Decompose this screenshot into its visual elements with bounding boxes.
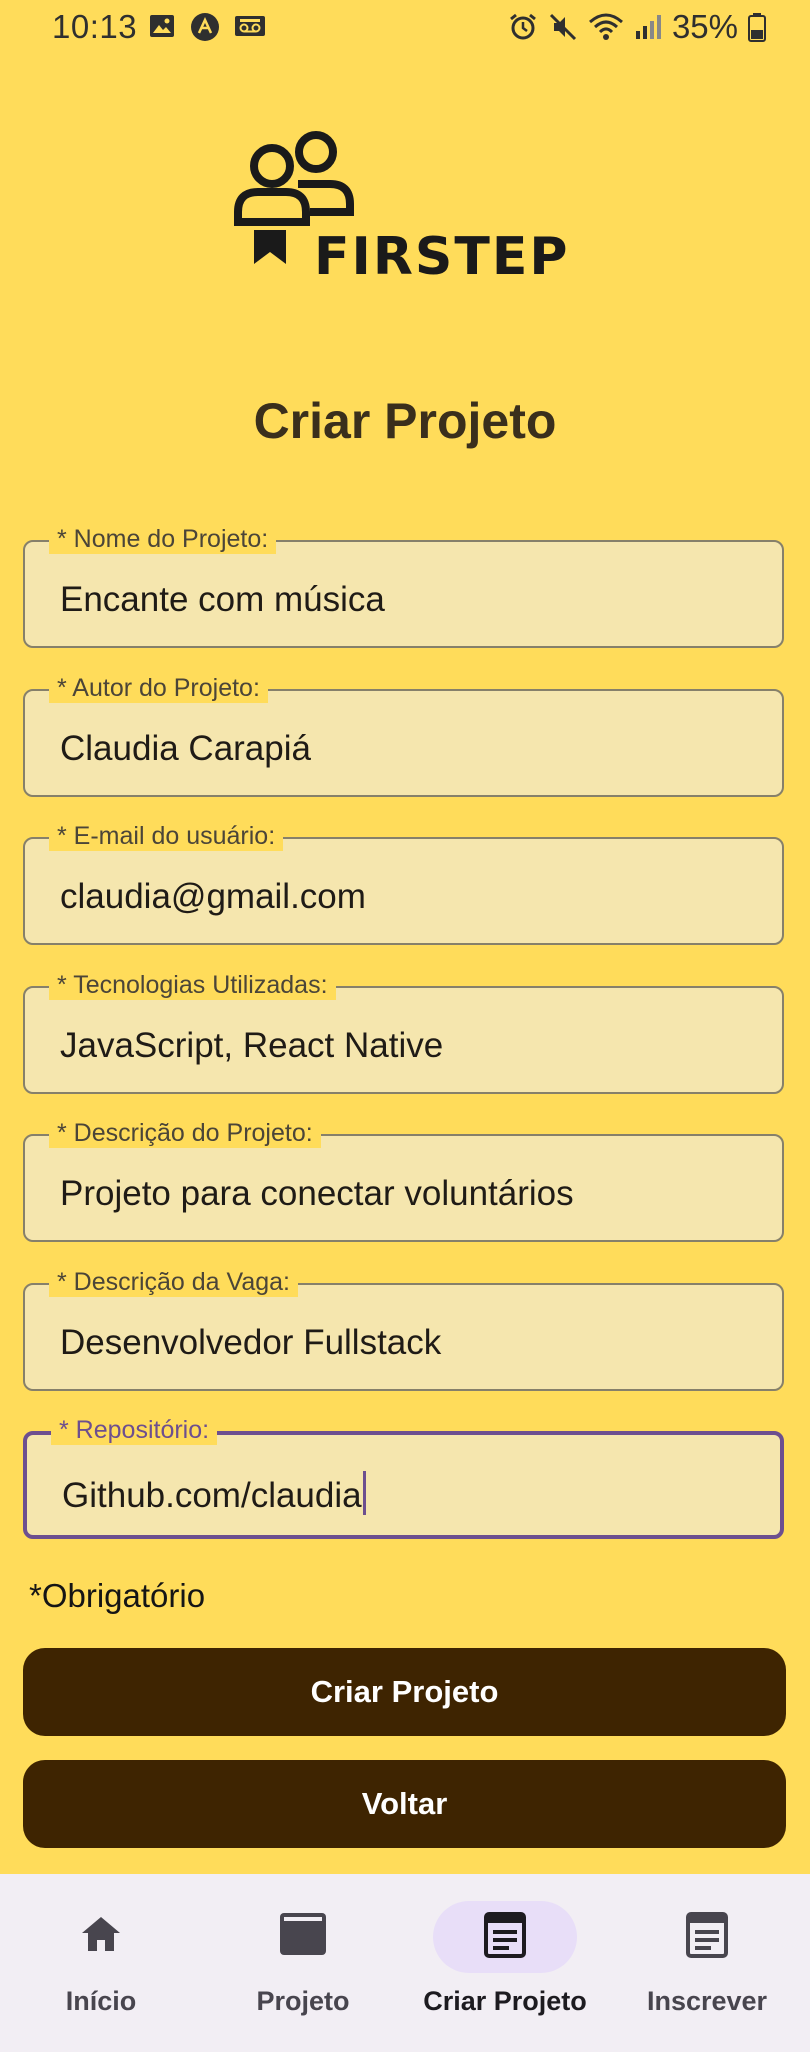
user-email-field[interactable]: * E-mail do usuário: claudia@gmail.com — [23, 821, 784, 945]
field-label: * Repositório: — [51, 1415, 218, 1445]
project-author-field[interactable]: * Autor do Projeto: Claudia Carapiá — [23, 673, 784, 797]
page-title: Criar Projeto — [253, 393, 557, 449]
status-time: 10:13 — [52, 8, 138, 45]
status-right: 35% — [508, 8, 766, 46]
field-value: Github.com/claudia — [62, 1471, 366, 1516]
document-icon — [686, 1912, 728, 1958]
document-icon — [484, 1912, 526, 1958]
nav-label: Criar Projeto — [423, 1986, 587, 2016]
mute-icon — [549, 13, 576, 41]
field-label: * E-mail do usuário: — [49, 821, 284, 851]
field-value: Projeto para conectar voluntários — [60, 1174, 574, 1213]
field-label: * Tecnologias Utilizadas: — [49, 970, 336, 1000]
field-value: Desenvolvedor Fullstack — [60, 1323, 442, 1362]
field-value: Claudia Carapiá — [60, 729, 311, 768]
technologies-field[interactable]: * Tecnologias Utilizadas: JavaScript, Re… — [23, 970, 784, 1094]
nav-item-inicio[interactable]: Início — [0, 1874, 202, 2052]
voicemail-icon — [235, 16, 265, 36]
field-label: * Descrição da Vaga: — [49, 1267, 298, 1297]
job-description-field[interactable]: * Descrição da Vaga: Desenvolvedor Fulls… — [23, 1267, 784, 1391]
field-label: * Autor do Projeto: — [49, 673, 268, 703]
window-icon — [280, 1913, 326, 1955]
people-icon — [234, 131, 354, 226]
back-button[interactable]: Voltar — [23, 1760, 786, 1848]
bottom-navigation: Início Projeto Criar Projeto Inscrever — [0, 1874, 810, 2052]
image-icon — [150, 15, 174, 37]
nav-label: Inscrever — [646, 1986, 768, 2016]
nav-item-inscrever[interactable]: Inscrever — [606, 1874, 808, 2052]
create-project-button[interactable]: Criar Projeto — [23, 1648, 786, 1736]
repository-field[interactable]: * Repositório: Github.com/claudia — [23, 1415, 784, 1539]
project-name-field[interactable]: * Nome do Projeto: Encante com música — [23, 524, 784, 648]
app-icon — [191, 13, 219, 41]
alarm-icon — [510, 13, 536, 40]
field-label: * Nome do Projeto: — [49, 524, 277, 554]
field-value: JavaScript, React Native — [60, 1026, 444, 1065]
field-value: Encante com música — [60, 580, 385, 619]
battery-percentage: 35% — [671, 8, 738, 45]
nav-label: Projeto — [256, 1986, 350, 2016]
battery-icon — [748, 13, 766, 42]
status-left-icons — [148, 12, 266, 42]
signal-icon — [635, 15, 661, 39]
logo-text: FIRSTEP — [314, 227, 569, 286]
field-value-text: Github.com/claudia — [62, 1476, 362, 1515]
nav-item-criar-projeto[interactable]: Criar Projeto — [404, 1874, 606, 2052]
wifi-icon — [588, 13, 623, 40]
bookmark-icon — [254, 230, 286, 264]
project-description-field[interactable]: * Descrição do Projeto: Projeto para con… — [23, 1118, 784, 1242]
field-label: * Descrição do Projeto: — [49, 1118, 321, 1148]
text-cursor — [362, 1471, 366, 1515]
nav-label: Início — [65, 1986, 137, 2016]
home-icon — [82, 1917, 120, 1951]
field-value: claudia@gmail.com — [60, 877, 366, 916]
firstep-logo: FIRSTEP — [234, 131, 569, 286]
nav-item-projeto[interactable]: Projeto — [202, 1874, 404, 2052]
required-note: *Obrigatório — [29, 1577, 206, 1614]
status-bar: 10:13 35% — [0, 0, 810, 56]
